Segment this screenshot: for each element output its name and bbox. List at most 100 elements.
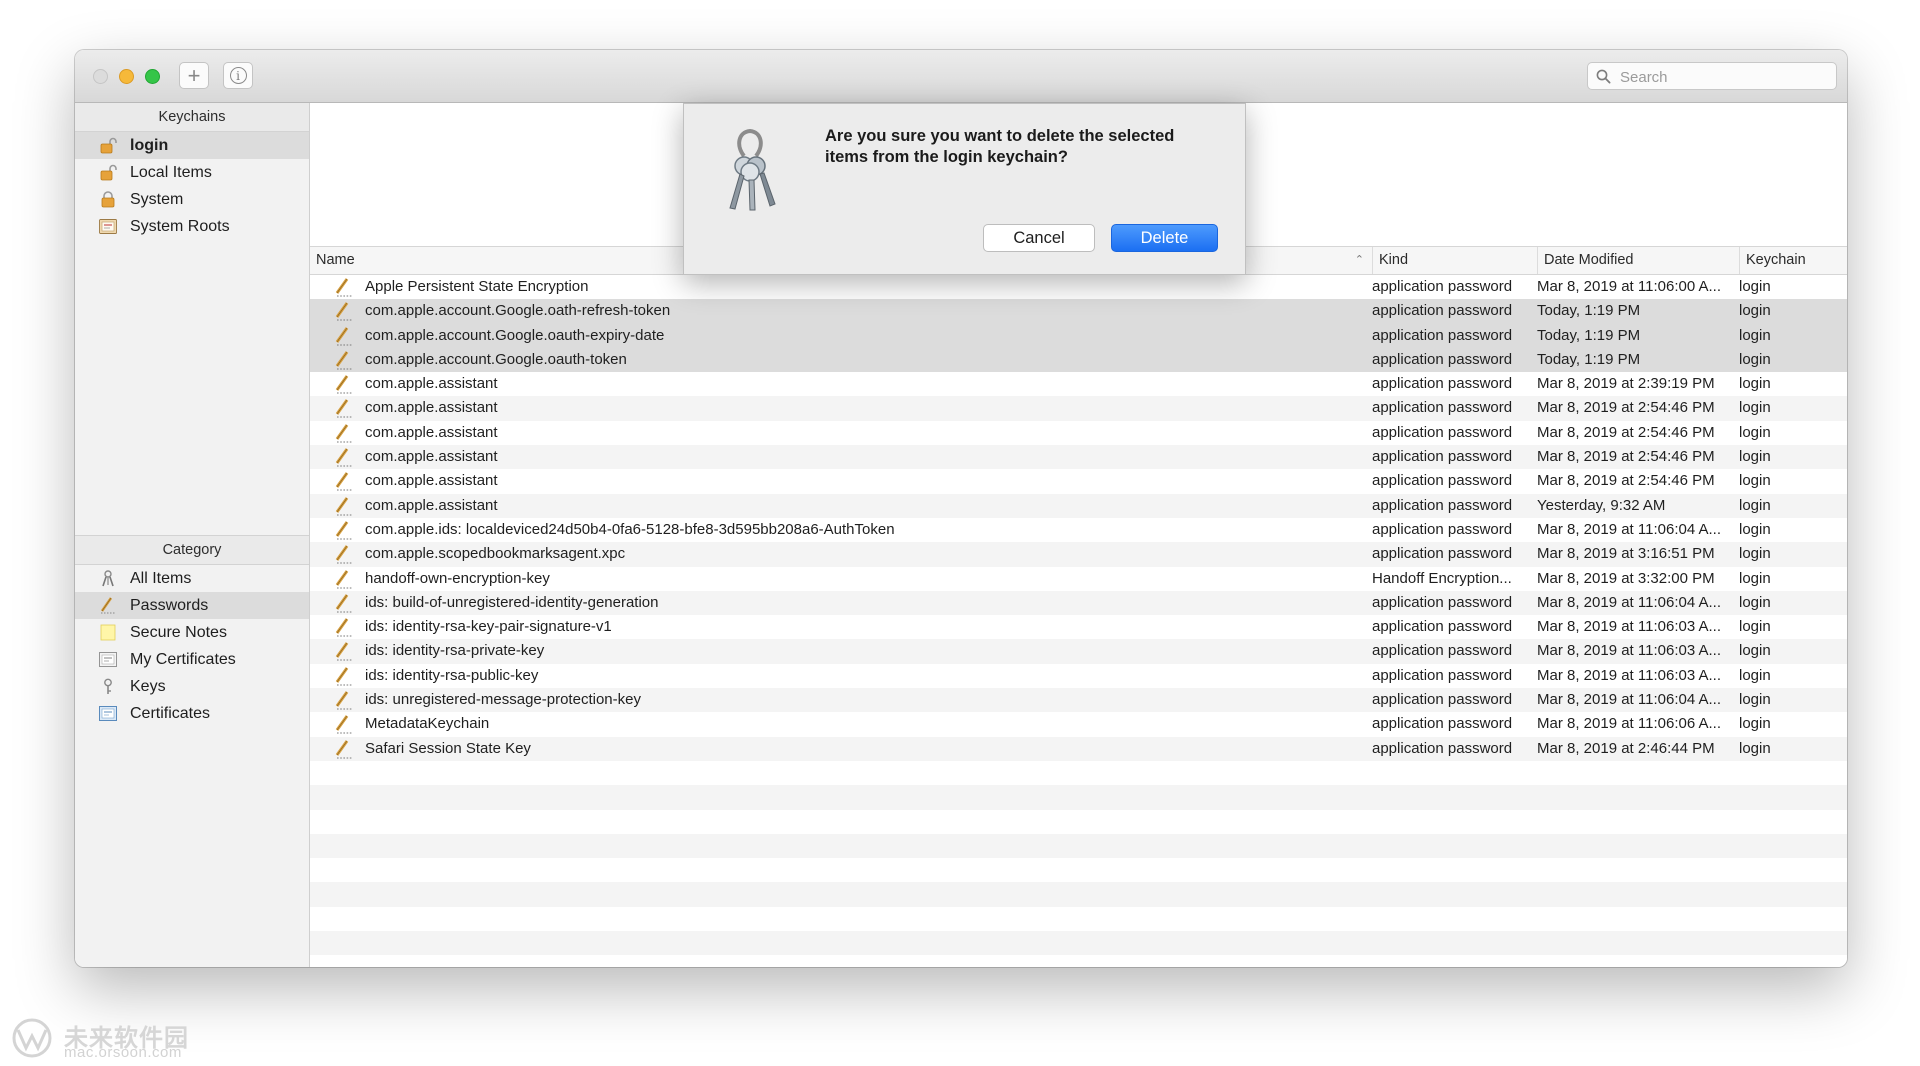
table-row[interactable]: com.apple.scopedbookmarksagent.xpc applic… <box>310 542 1847 567</box>
sort-ascending-icon: ⌃ <box>1354 254 1364 266</box>
sidebar-keychain-system[interactable]: System <box>75 186 309 213</box>
search-field[interactable] <box>1587 62 1837 91</box>
sidebar-item-label: Secure Notes <box>130 624 227 641</box>
column-header-date-modified[interactable]: Date Modified <box>1537 247 1739 274</box>
row-name: com.apple.account.Google.oauth-expiry-da… <box>365 326 665 344</box>
close-window-button[interactable] <box>93 69 108 84</box>
sidebar-category-certificates[interactable]: Certificates <box>75 700 309 727</box>
sidebar-category-secure-notes[interactable]: Secure Notes <box>75 619 309 646</box>
empty-table-row <box>310 858 1847 882</box>
row-keychain: login <box>1739 326 1771 344</box>
table-row[interactable]: ids: build-of-unregistered-identity-gene… <box>310 590 1847 616</box>
empty-table-row <box>310 833 1847 859</box>
row-name: com.apple.assistant <box>365 399 498 417</box>
zoom-window-button[interactable] <box>145 69 160 84</box>
empty-table-row <box>310 907 1847 931</box>
column-header-keychain[interactable]: Keychain <box>1739 247 1847 274</box>
column-header-kind[interactable]: Kind <box>1372 247 1537 274</box>
sidebar-item-label: Keys <box>130 678 166 695</box>
row-name: MetadataKeychain <box>365 715 490 733</box>
password-pencil-icon <box>335 739 353 759</box>
keychains-header: Keychains <box>75 103 309 132</box>
password-pencil-icon <box>335 326 353 346</box>
table-row[interactable]: com.apple.account.Google.oath-refresh-to… <box>310 299 1847 324</box>
info-icon: i <box>229 67 247 84</box>
search-input[interactable] <box>1618 63 1832 91</box>
table-row[interactable]: com.apple.account.Google.oauth-expiry-da… <box>310 323 1847 348</box>
row-keychain: login <box>1739 739 1771 757</box>
table-row[interactable]: ids: unregistered-message-protection-key… <box>310 688 1847 713</box>
password-pencil-icon <box>335 399 353 419</box>
sidebar-keychain-system-roots[interactable]: System Roots <box>75 213 309 240</box>
sidebar-category-passwords[interactable]: Passwords <box>75 592 309 619</box>
row-name: ids: build-of-unregistered-identity-gene… <box>365 593 659 611</box>
delete-button[interactable]: Delete <box>1111 224 1218 252</box>
table-row[interactable]: com.apple.ids: localdeviced24d50b4-0fa6-… <box>310 518 1847 542</box>
table-row[interactable]: handoff-own-encryption-key Handoff Encryp… <box>310 567 1847 591</box>
table-row[interactable]: com.apple.account.Google.oauth-token appl… <box>310 347 1847 373</box>
password-pencil-icon <box>335 375 353 394</box>
row-date-modified: Today, 1:19 PM <box>1537 326 1641 344</box>
password-pencil-icon <box>335 521 353 540</box>
sidebar-keychain-login[interactable]: login <box>75 132 309 159</box>
plus-icon: + <box>187 62 201 88</box>
password-pencil-icon <box>335 545 353 564</box>
password-pencil-icon <box>335 278 353 297</box>
table-row[interactable]: Apple Persistent State Encryption applica… <box>310 275 1847 299</box>
table-row[interactable]: Safari Session State Key application pass… <box>310 736 1847 761</box>
table-row[interactable]: ids: identity-rsa-key-pair-signature-v1 a… <box>310 615 1847 639</box>
table-row[interactable]: com.apple.assistant application password M… <box>310 469 1847 493</box>
row-date-modified: Yesterday, 9:32 AM <box>1537 496 1666 514</box>
sidebar-category-my-certificates[interactable]: My Certificates <box>75 646 309 673</box>
get-info-button[interactable]: i <box>223 62 253 89</box>
row-name: com.apple.scopedbookmarksagent.xpc <box>365 545 626 563</box>
row-name: Safari Session State Key <box>365 739 531 757</box>
row-keychain: login <box>1739 545 1771 563</box>
row-kind: application password <box>1372 739 1513 757</box>
table-row[interactable]: com.apple.assistant application password M… <box>310 372 1847 396</box>
row-kind: application password <box>1372 545 1513 563</box>
row-date-modified: Mar 8, 2019 at 3:32:00 PM <box>1537 569 1715 587</box>
row-keychain: login <box>1739 642 1771 660</box>
table-row[interactable]: com.apple.assistant application password M… <box>310 445 1847 470</box>
row-kind: application password <box>1372 350 1513 368</box>
table-row[interactable]: ids: identity-rsa-private-key application… <box>310 639 1847 664</box>
row-name: com.apple.assistant <box>365 472 498 490</box>
row-kind: application password <box>1372 302 1513 320</box>
sidebar-item-label: login <box>130 137 169 154</box>
table-row[interactable]: MetadataKeychain application password Mar … <box>310 712 1847 736</box>
password-pencil-icon <box>335 691 353 710</box>
row-name: Apple Persistent State Encryption <box>365 278 589 295</box>
password-pencil-icon <box>335 569 353 589</box>
password-pencil-icon <box>335 618 353 637</box>
cancel-button[interactable]: Cancel <box>983 224 1095 252</box>
row-date-modified: Mar 8, 2019 at 2:54:46 PM <box>1537 423 1715 441</box>
row-kind: application password <box>1372 399 1513 417</box>
sidebar-category-all-items[interactable]: All Items <box>75 565 309 592</box>
row-name: com.apple.assistant <box>365 423 498 441</box>
password-pencil-icon <box>335 302 353 321</box>
sidebar-category-keys[interactable]: Keys <box>75 673 309 700</box>
add-item-button[interactable]: + <box>179 62 209 89</box>
row-date-modified: Mar 8, 2019 at 11:06:03 A... <box>1537 618 1722 636</box>
items-table-body: Apple Persistent State Encryption applica… <box>310 275 1847 956</box>
row-name: com.apple.account.Google.oath-refresh-to… <box>365 302 671 320</box>
table-row[interactable]: com.apple.assistant application password Y… <box>310 493 1847 518</box>
table-row[interactable]: com.apple.assistant application password M… <box>310 421 1847 445</box>
row-kind: application password <box>1372 520 1513 538</box>
row-kind: application password <box>1372 375 1513 393</box>
minimize-window-button[interactable] <box>119 69 134 84</box>
row-kind: application password <box>1372 278 1513 295</box>
sidebar-item-label: System <box>130 191 184 208</box>
table-row[interactable]: ids: identity-rsa-public-key application … <box>310 664 1847 688</box>
row-kind: application password <box>1372 423 1513 441</box>
row-keychain: login <box>1739 472 1771 490</box>
site-watermark: 未来软件园 mac.orsoon.com <box>8 1016 208 1061</box>
locked-padlock-icon <box>101 191 115 208</box>
row-date-modified: Mar 8, 2019 at 11:06:04 A... <box>1537 520 1722 538</box>
category-section: Category All Items Passwords Secure Note… <box>75 535 309 727</box>
sidebar-keychain-local-items[interactable]: Local Items <box>75 159 309 186</box>
row-date-modified: Today, 1:19 PM <box>1537 350 1641 368</box>
dialog-message: Are you sure you want to delete the sele… <box>825 127 1175 166</box>
table-row[interactable]: com.apple.assistant application password M… <box>310 396 1847 421</box>
